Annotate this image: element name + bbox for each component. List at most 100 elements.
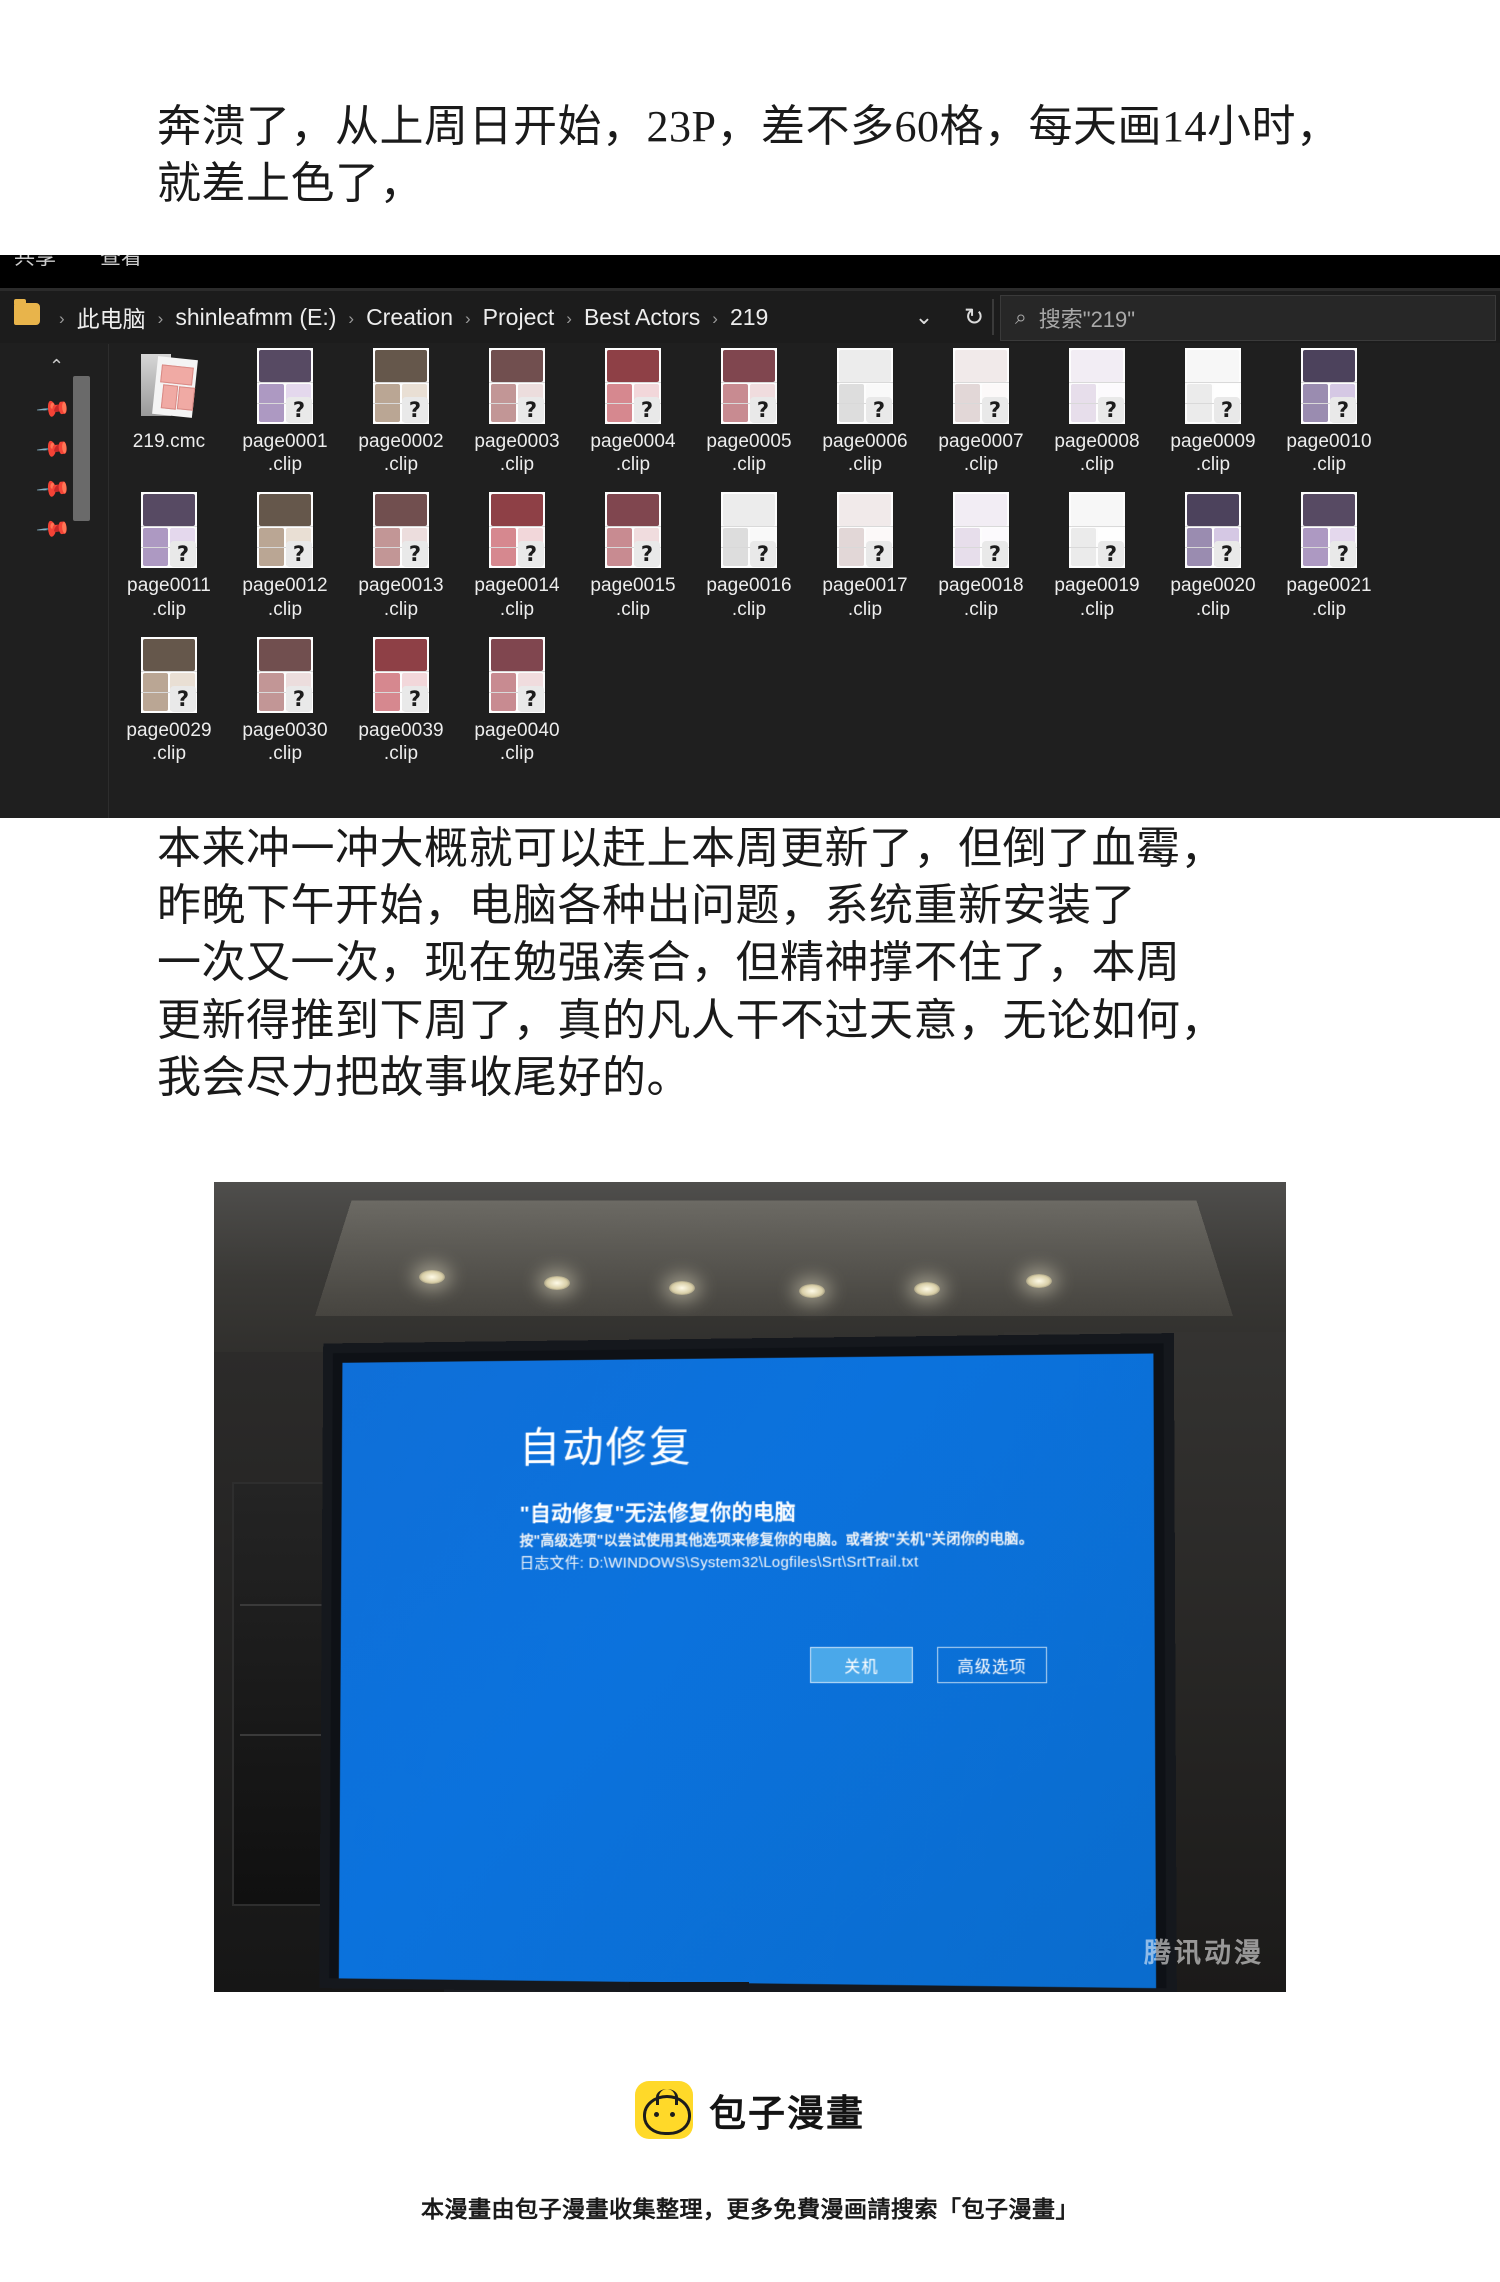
file-item[interactable]: ? page0019 .clip	[1039, 492, 1155, 620]
advanced-options-button[interactable]: 高级选项	[937, 1646, 1048, 1684]
file-item[interactable]: ? page0006 .clip	[807, 348, 923, 476]
file-item[interactable]: ? page0013 .clip	[343, 492, 459, 620]
file-item[interactable]: ? page0016 .clip	[691, 492, 807, 620]
file-item[interactable]: ? page0010 .clip	[1271, 348, 1387, 476]
cmc-file-icon	[137, 348, 201, 424]
clip-file-thumbnail: ?	[141, 636, 197, 713]
chevron-up-icon[interactable]: ⌃	[49, 356, 64, 377]
explorer-address-bar[interactable]: › 此电脑 › shinleafmm (E:) › Creation › Pro…	[0, 291, 1500, 343]
ceiling-light	[544, 1276, 570, 1290]
brand-name: 包子漫畫	[709, 2093, 865, 2134]
breadcrumb-item-this-pc[interactable]: 此电脑	[74, 300, 149, 334]
clip-file-thumbnail: ?	[1301, 492, 1357, 569]
file-item[interactable]: ? page0039 .clip	[343, 636, 459, 765]
search-placeholder: 搜索"219"	[1038, 307, 1136, 332]
file-name-label: page0029 .clip	[126, 719, 212, 764]
pin-icon[interactable]: 📌	[35, 390, 72, 428]
file-name-label: page0004 .clip	[590, 431, 676, 476]
chevron-down-icon[interactable]: ⌄	[902, 291, 946, 343]
file-item[interactable]: ? page0002 .clip	[343, 348, 459, 476]
file-item[interactable]: ? page0020 .clip	[1155, 492, 1271, 620]
file-name-label: page0005 .clip	[706, 431, 792, 476]
file-name-label: page0018 .clip	[938, 575, 1024, 620]
file-name-label: page0019 .clip	[1054, 575, 1140, 620]
breadcrumb[interactable]: › 此电脑 › shinleafmm (E:) › Creation › Pro…	[50, 291, 771, 343]
file-name-label: 219.cmc	[132, 431, 206, 452]
breadcrumb-item-creation[interactable]: Creation	[363, 304, 456, 331]
file-item[interactable]: 219.cmc	[111, 348, 227, 476]
file-item[interactable]: ? page0021 .clip	[1271, 492, 1387, 620]
file-name-label: page0003 .clip	[474, 431, 560, 476]
clip-file-thumbnail: ?	[953, 492, 1009, 569]
breadcrumb-separator: ›	[465, 308, 471, 328]
pin-icon[interactable]: 📌	[35, 470, 72, 508]
file-item[interactable]: ? page0014 .clip	[459, 492, 575, 620]
shutdown-button[interactable]: 关机	[810, 1646, 913, 1684]
search-input[interactable]: ⌕ 搜索"219"	[1000, 295, 1496, 341]
breadcrumb-item-project[interactable]: Project	[480, 304, 558, 331]
ribbon-tab-list: 共享 查看	[14, 255, 142, 271]
explorer-ribbon: 共享 查看	[0, 255, 1500, 288]
file-name-label: page0012 .clip	[242, 575, 328, 620]
narration-text-middle: 本来冲一冲大概就可以赶上本周更新了，但倒了血霉， 昨晚下午开始，电脑各种出问题，…	[157, 824, 1225, 1102]
breadcrumb-item-best-actors[interactable]: Best Actors	[581, 304, 703, 331]
ceiling-light	[419, 1270, 445, 1284]
file-item[interactable]: ? page0003 .clip	[459, 348, 575, 476]
toolbar-divider	[992, 299, 994, 335]
file-item[interactable]: ? page0005 .clip	[691, 348, 807, 476]
file-item[interactable]: ? page0009 .clip	[1155, 348, 1271, 476]
file-name-label: page0011 .clip	[127, 575, 211, 620]
ceiling-light	[1026, 1274, 1052, 1288]
file-name-label: page0008 .clip	[1054, 431, 1140, 476]
clip-file-thumbnail: ?	[837, 348, 893, 424]
file-item[interactable]: ? page0040 .clip	[459, 636, 575, 765]
navigation-rail[interactable]: ⌃ 📌 📌 📌 📌	[0, 344, 109, 818]
file-name-label: page0016 .clip	[706, 575, 792, 620]
clip-file-thumbnail: ?	[257, 348, 313, 424]
file-item[interactable]: ? page0012 .clip	[227, 492, 343, 620]
monitor-bezel: 自动修复 "自动修复"无法修复你的电脑 按"高级选项"以尝试使用其他选项来修复你…	[319, 1333, 1177, 1992]
file-list-pane[interactable]: 219.cmc? page0001 .clip? page0002 .clip? pa…	[109, 344, 1500, 818]
ribbon-tab-share[interactable]: 共享	[14, 255, 56, 271]
recovery-title: 自动修复	[518, 1423, 693, 1472]
file-name-label: page0020 .clip	[1170, 575, 1256, 620]
bluescreen-photo: 自动修复 "自动修复"无法修复你的电脑 按"高级选项"以尝试使用其他选项来修复你…	[214, 1182, 1286, 1992]
file-name-label: page0007 .clip	[938, 431, 1024, 476]
file-grid: 219.cmc? page0001 .clip? page0002 .clip? pa…	[111, 348, 1500, 781]
clip-file-thumbnail: ?	[373, 348, 429, 424]
rail-scrollbar[interactable]	[73, 376, 90, 521]
ceiling-coffer	[315, 1200, 1233, 1317]
breadcrumb-separator: ›	[566, 308, 572, 328]
clip-file-thumbnail: ?	[257, 636, 313, 713]
ceiling-light	[669, 1281, 695, 1295]
clip-file-thumbnail: ?	[141, 492, 197, 569]
file-item[interactable]: ? page0017 .clip	[807, 492, 923, 620]
file-item[interactable]: ? page0029 .clip	[111, 636, 227, 765]
pin-icon[interactable]: 📌	[35, 430, 72, 468]
clip-file-thumbnail: ?	[1069, 492, 1125, 569]
breadcrumb-item-219[interactable]: 219	[727, 304, 771, 331]
file-explorer-window[interactable]: 共享 查看 › 此电脑 › shinleafmm (E:) › Creation…	[0, 255, 1500, 818]
pin-icon[interactable]: 📌	[35, 510, 72, 548]
clip-file-thumbnail: ?	[1185, 348, 1241, 424]
ceiling-light	[799, 1284, 825, 1298]
breadcrumb-item-drive[interactable]: shinleafmm (E:)	[172, 304, 339, 331]
file-name-label: page0015 .clip	[590, 575, 676, 620]
clip-file-thumbnail: ?	[489, 636, 545, 713]
file-item[interactable]: ? page0001 .clip	[227, 348, 343, 476]
breadcrumb-separator: ›	[348, 308, 355, 328]
windows-recovery-screen: 自动修复 "自动修复"无法修复你的电脑 按"高级选项"以尝试使用其他选项来修复你…	[338, 1353, 1157, 1989]
file-item[interactable]: ? page0007 .clip	[923, 348, 1039, 476]
clip-file-thumbnail: ?	[1069, 348, 1125, 424]
file-name-label: page0030 .clip	[242, 719, 328, 764]
file-item[interactable]: ? page0018 .clip	[923, 492, 1039, 620]
refresh-icon[interactable]: ↻	[952, 291, 996, 343]
file-item[interactable]: ? page0004 .clip	[575, 348, 691, 476]
file-item[interactable]: ? page0011 .clip	[111, 492, 227, 620]
clip-file-thumbnail: ?	[721, 492, 777, 569]
ribbon-tab-view[interactable]: 查看	[100, 255, 142, 271]
file-item[interactable]: ? page0008 .clip	[1039, 348, 1155, 476]
file-name-label: page0009 .clip	[1170, 431, 1256, 476]
file-item[interactable]: ? page0030 .clip	[227, 636, 343, 765]
file-item[interactable]: ? page0015 .clip	[575, 492, 691, 620]
